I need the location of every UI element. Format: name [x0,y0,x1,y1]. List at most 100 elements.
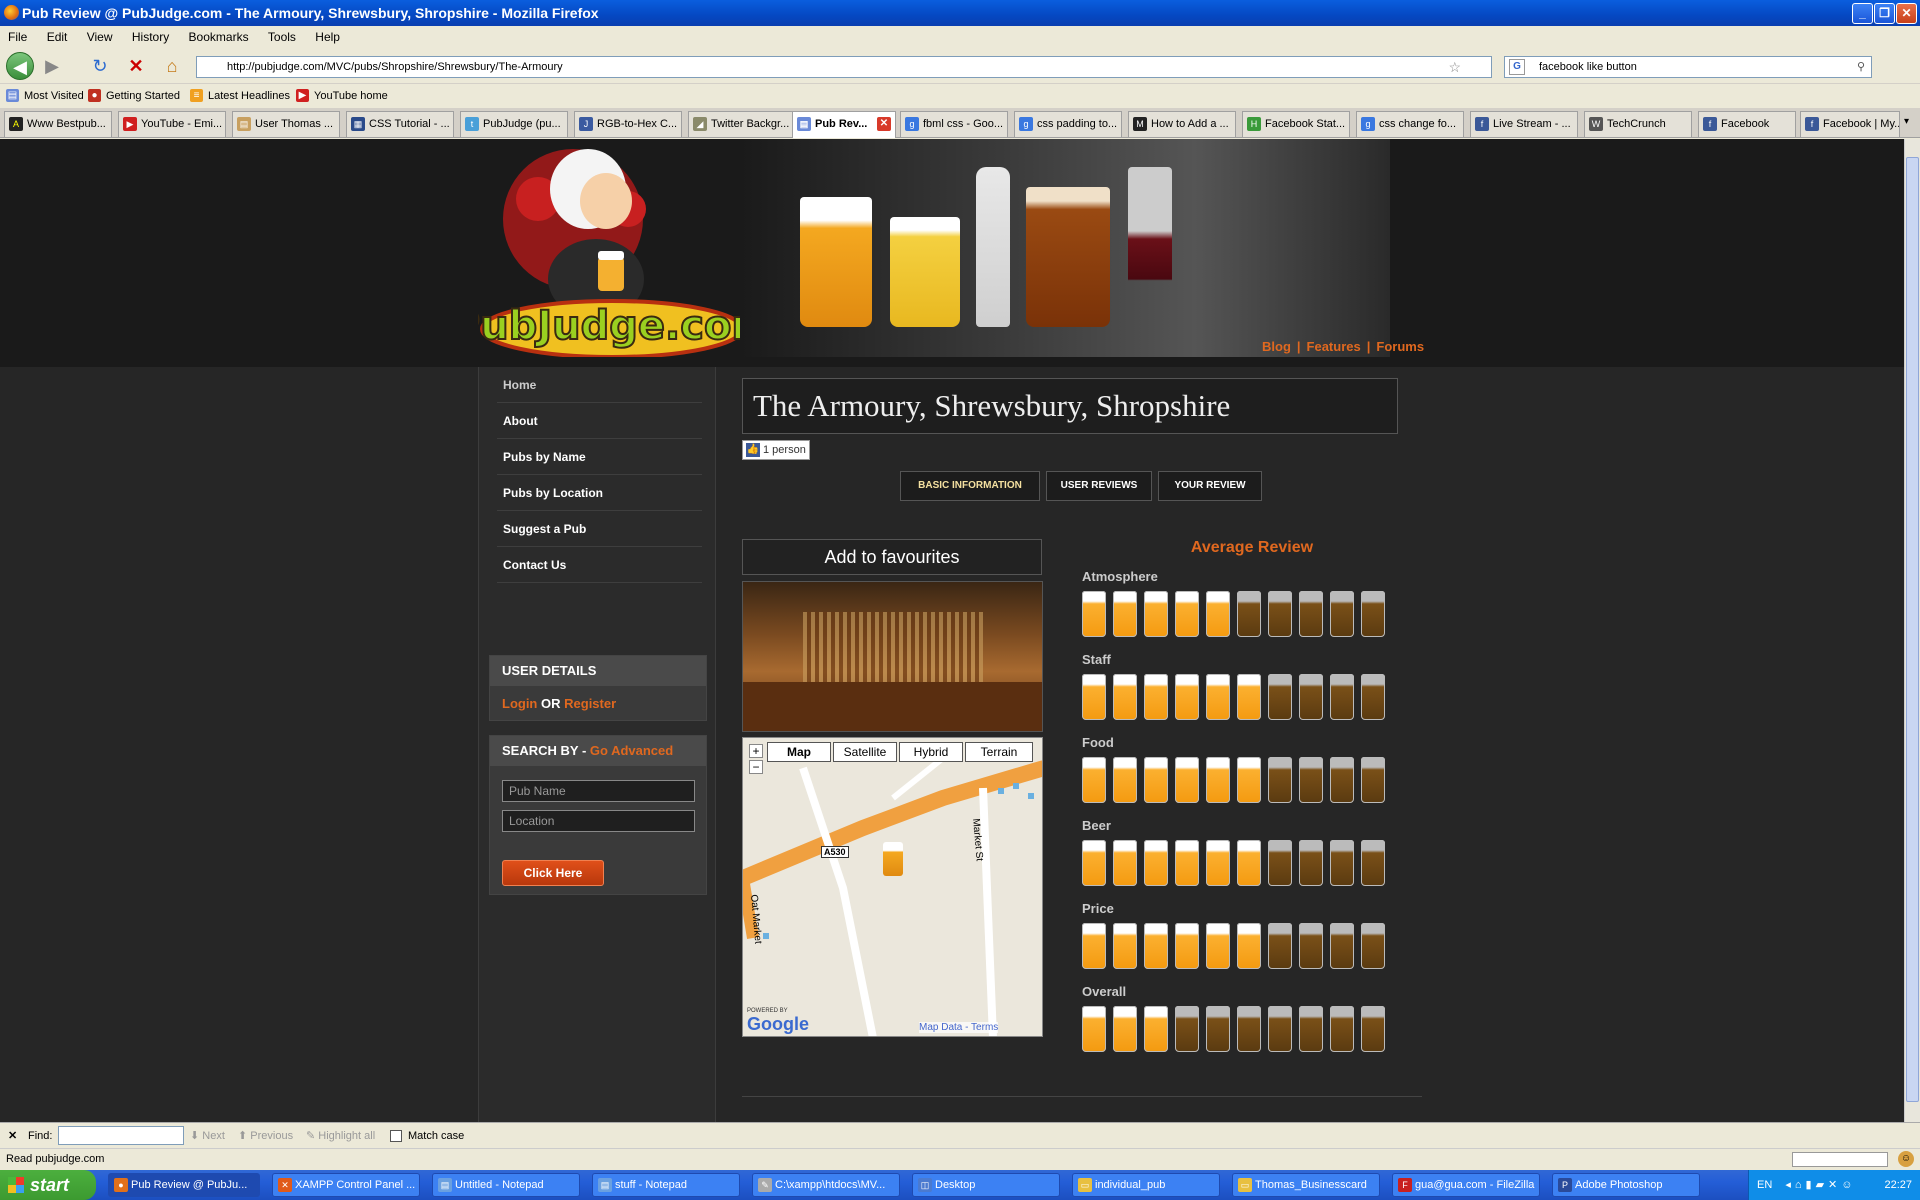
start-button[interactable]: start [0,1170,96,1200]
find-next-button[interactable]: ⬇ Next [190,1123,225,1149]
menu-help[interactable]: Help [315,30,340,44]
tab-facebook-my[interactable]: f Facebook | My... [1800,111,1900,137]
tab-youtube[interactable]: ▶ YouTube - Emi... [118,111,226,137]
sidebar-item-contact-us[interactable]: Contact Us [497,547,702,583]
tab-basic-information[interactable]: BASIC INFORMATION [900,471,1040,501]
pubjudge-logo[interactable]: PubJudge.com [450,139,774,359]
register-link[interactable]: Register [564,696,616,711]
menu-edit[interactable]: Edit [47,30,68,44]
forward-button[interactable]: ▶ [38,52,66,80]
close-tab-icon[interactable]: ✕ [877,117,891,131]
twitter-icon: t [465,117,479,131]
menu-tools[interactable]: Tools [268,30,296,44]
tab-css-padding[interactable]: g css padding to... [1014,111,1122,137]
full-beer-icon [1237,923,1261,969]
bookmark-getting-started[interactable]: ● Getting Started [86,85,180,107]
tab-how-to-add[interactable]: M How to Add a ... [1128,111,1236,137]
beer-map-marker-icon[interactable] [883,842,903,876]
taskbar-item-filezilla[interactable]: Fgua@gua.com - FileZilla [1392,1173,1540,1197]
tab-live-stream[interactable]: f Live Stream - ... [1470,111,1578,137]
highlight-all-button[interactable]: ✎ Highlight all [306,1123,375,1149]
tab-rgb-to-hex[interactable]: J RGB-to-Hex C... [574,111,682,137]
menu-file[interactable]: File [8,30,27,44]
features-link[interactable]: Features [1307,339,1361,354]
sidebar-item-about[interactable]: About [497,403,702,439]
zoom-out-icon[interactable]: − [749,760,763,774]
taskbar-item-firefox[interactable]: ● Pub Review @ PubJu... [108,1173,260,1197]
bookmark-most-visited[interactable]: ▤ Most Visited [4,85,84,107]
tray-icons[interactable]: ◂⌂▮▰✕☺ [1785,1179,1856,1191]
restore-button[interactable]: ❐ [1874,3,1895,24]
tab-css-change[interactable]: g css change fo... [1356,111,1464,137]
tab-fbml-css[interactable]: g fbml css - Goo... [900,111,1008,137]
map-type-terrain[interactable]: Terrain [965,742,1033,762]
blog-link[interactable]: Blog [1262,339,1291,354]
google-map[interactable]: Map Satellite Hybrid Terrain + − A530 Ma… [742,737,1043,1037]
forums-link[interactable]: Forums [1376,339,1424,354]
facebook-like-button[interactable]: 👍 1 person [742,440,810,460]
taskbar-item-htdocs[interactable]: ✎ C:\xampp\htdocs\MV... [752,1173,900,1197]
bookmark-youtube-home[interactable]: ▶ YouTube home [294,85,388,107]
search-submit-button[interactable]: Click Here [502,860,604,886]
tab-facebook-stat[interactable]: H Facebook Stat... [1242,111,1350,137]
tab-facebook[interactable]: f Facebook [1698,111,1796,137]
menu-view[interactable]: View [87,30,113,44]
menu-history[interactable]: History [132,30,169,44]
tab-twitter-backgrounds[interactable]: ◢ Twitter Backgr... [688,111,796,137]
tab-bestpub[interactable]: A Www Bestpub... [4,111,112,137]
close-find-icon[interactable]: ✕ [8,1123,17,1149]
url-input[interactable]: http://pubjudge.com/MVC/pubs/Shropshire/… [196,56,1492,78]
scrollbar-thumb[interactable] [1906,157,1919,1102]
rating-row [1082,757,1402,807]
stop-icon[interactable]: ✕ [122,52,150,80]
close-button[interactable]: ✕ [1896,3,1917,24]
empty-beer-icon [1330,923,1354,969]
tab-css-tutorial[interactable]: ▦ CSS Tutorial - ... [346,111,454,137]
find-input[interactable] [58,1126,184,1145]
search-input[interactable]: G facebook like button ⚲ [1504,56,1872,78]
top-links: Blog | Features | Forums [1262,339,1425,354]
taskbar-item-xampp[interactable]: ✕ XAMPP Control Panel ... [272,1173,420,1197]
taskbar-item-businesscard[interactable]: ▭ Thomas_Businesscard [1232,1173,1380,1197]
tab-techcrunch[interactable]: W TechCrunch [1584,111,1692,137]
zoom-in-icon[interactable]: + [749,744,763,758]
addon-status-icon[interactable]: ☺ [1898,1151,1914,1167]
tab-your-review[interactable]: YOUR REVIEW [1158,471,1262,501]
match-case-checkbox[interactable] [390,1130,402,1142]
magnifier-icon[interactable]: ⚲ [1857,57,1865,77]
go-advanced-link[interactable]: Go Advanced [590,743,673,758]
map-data-terms-link[interactable]: Map Data - Terms [919,1022,999,1033]
reload-icon[interactable]: ↻ [86,52,114,80]
tab-pubjudge-twitter[interactable]: t PubJudge (pu... [460,111,568,137]
sidebar-item-pubs-by-name[interactable]: Pubs by Name [497,439,702,475]
minimize-button[interactable]: _ [1852,3,1873,24]
taskbar-item-untitled-notepad[interactable]: ▤ Untitled - Notepad [432,1173,580,1197]
map-type-satellite[interactable]: Satellite [833,742,897,762]
tab-user-thomas[interactable]: ▤ User Thomas ... [232,111,340,137]
sidebar-item-home[interactable]: Home [497,367,702,403]
page-scrollbar[interactable] [1904,139,1920,1122]
find-previous-button[interactable]: ⬆ Previous [238,1123,293,1149]
language-indicator[interactable]: EN [1757,1179,1772,1191]
taskbar-item-individual-pub[interactable]: ▭ individual_pub [1072,1173,1220,1197]
tab-user-reviews[interactable]: USER REVIEWS [1046,471,1152,501]
menu-bookmarks[interactable]: Bookmarks [189,30,249,44]
add-to-favourites-button[interactable]: Add to favourites [742,539,1042,575]
back-button[interactable]: ◀ [6,52,34,80]
taskbar-item-stuff-notepad[interactable]: ▤ stuff - Notepad [592,1173,740,1197]
sidebar-item-suggest-a-pub[interactable]: Suggest a Pub [497,511,702,547]
taskbar-item-desktop[interactable]: ◫ Desktop [912,1173,1060,1197]
location-input[interactable]: Location [502,810,695,832]
tab-pub-review-active[interactable]: ▤ Pub Rev... ✕ [792,111,896,138]
login-link[interactable]: Login [502,696,537,711]
sidebar-item-pubs-by-location[interactable]: Pubs by Location [497,475,702,511]
pub-name-input[interactable]: Pub Name [502,780,695,802]
home-icon[interactable]: ⌂ [158,52,186,80]
tab-list-chevron-icon[interactable]: ▾ [1904,116,1909,127]
google-search-icon[interactable]: G [1509,59,1525,75]
taskbar-item-photoshop[interactable]: P Adobe Photoshop [1552,1173,1700,1197]
bookmark-star-icon[interactable]: ☆ [1448,57,1461,77]
map-type-map[interactable]: Map [767,742,831,762]
bookmark-latest-headlines[interactable]: ≡ Latest Headlines [188,85,290,107]
map-type-hybrid[interactable]: Hybrid [899,742,963,762]
